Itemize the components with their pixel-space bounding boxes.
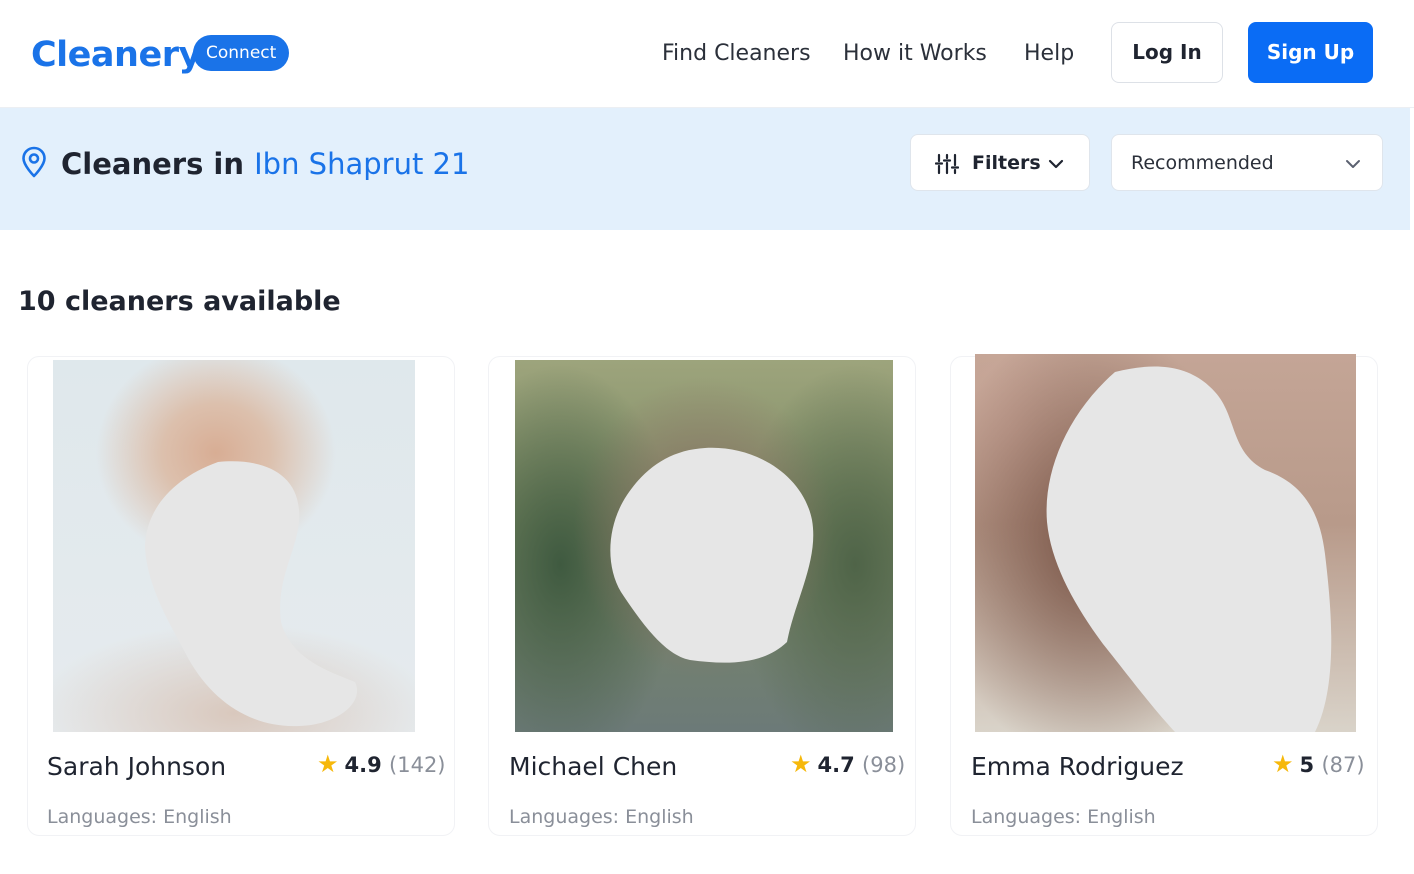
cleaner-rating: ★ 5 (87) bbox=[1272, 750, 1365, 779]
rating-value: 5 bbox=[1299, 753, 1315, 777]
review-count: (87) bbox=[1321, 753, 1365, 777]
cleaner-card[interactable]: Sarah Johnson ★ 4.9 (142) Languages: Engl… bbox=[27, 356, 455, 836]
filters-label: Filters bbox=[972, 152, 1041, 174]
star-icon: ★ bbox=[1272, 750, 1294, 778]
cleaner-name[interactable]: Sarah Johnson bbox=[47, 751, 226, 783]
login-button[interactable]: Log In bbox=[1111, 22, 1223, 83]
nav-how-it-works[interactable]: How it Works bbox=[843, 40, 987, 68]
photo-redaction bbox=[145, 461, 358, 727]
cleaner-name[interactable]: Michael Chen bbox=[509, 751, 677, 783]
nav-help[interactable]: Help bbox=[1024, 40, 1074, 68]
cleaner-photo bbox=[53, 360, 415, 732]
nav-find-cleaners[interactable]: Find Cleaners bbox=[662, 40, 811, 68]
rating-value: 4.9 bbox=[344, 753, 382, 777]
location-prefix: Cleaners in bbox=[61, 147, 255, 181]
cleaner-name[interactable]: Emma Rodriguez bbox=[971, 751, 1184, 783]
location-title: Cleaners in Ibn Shaprut 21 bbox=[61, 145, 469, 183]
sliders-icon bbox=[935, 153, 959, 175]
cleaner-card[interactable]: Emma Rodriguez ★ 5 (87) Languages: Englis… bbox=[950, 354, 1378, 836]
cleaner-languages: Languages: English bbox=[971, 806, 1156, 828]
cleaner-rating: ★ 4.7 (98) bbox=[790, 750, 905, 779]
connect-badge: Connect bbox=[193, 35, 290, 71]
signup-button[interactable]: Sign Up bbox=[1248, 22, 1373, 83]
cleaner-photo bbox=[975, 354, 1356, 732]
star-icon: ★ bbox=[317, 750, 339, 778]
location-pin-icon bbox=[22, 146, 46, 178]
location-place[interactable]: Ibn Shaprut 21 bbox=[254, 147, 469, 181]
rating-value: 4.7 bbox=[817, 753, 855, 777]
review-count: (98) bbox=[862, 753, 906, 777]
review-count: (142) bbox=[389, 753, 446, 777]
cleaner-languages: Languages: English bbox=[47, 806, 232, 828]
chevron-down-icon bbox=[1346, 160, 1360, 168]
logo[interactable]: Cleanery bbox=[31, 34, 201, 76]
star-icon: ★ bbox=[790, 750, 812, 778]
photo-redaction bbox=[1046, 366, 1332, 732]
cleaner-rating: ★ 4.9 (142) bbox=[317, 750, 446, 779]
top-header: Cleanery Connect Find Cleaners How it Wo… bbox=[0, 0, 1414, 108]
cleaner-languages: Languages: English bbox=[509, 806, 694, 828]
photo-redaction bbox=[610, 447, 814, 663]
cleaner-photo bbox=[515, 360, 893, 732]
chevron-down-icon bbox=[1048, 159, 1064, 169]
filters-button[interactable]: Filters bbox=[910, 134, 1090, 191]
results-count: 10 cleaners available bbox=[18, 286, 341, 317]
sort-selected-value: Recommended bbox=[1131, 152, 1274, 174]
sort-dropdown[interactable]: Recommended bbox=[1111, 134, 1383, 191]
cleaner-card[interactable]: Michael Chen ★ 4.7 (98) Languages: Englis… bbox=[488, 356, 916, 836]
